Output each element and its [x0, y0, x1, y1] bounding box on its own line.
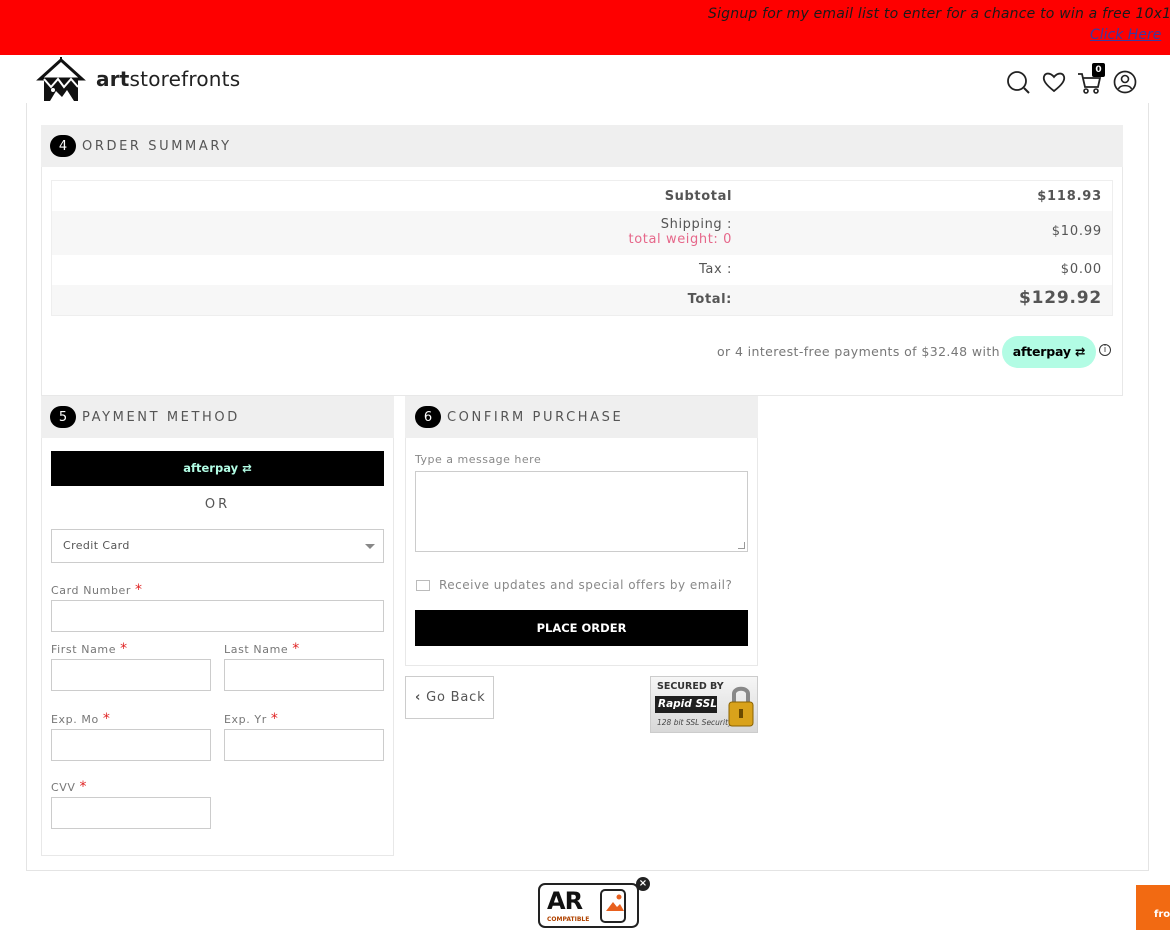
user-icon[interactable]	[1112, 69, 1138, 95]
chevron-left-icon: ‹	[415, 690, 422, 705]
first-name-label: First Name *	[51, 641, 128, 657]
selected-method: Credit Card	[63, 539, 130, 552]
opt-in-label[interactable]: Receive updates and special offers by em…	[439, 578, 732, 592]
shipping-label: Shipping :	[660, 217, 732, 232]
payment-method-select[interactable]: Credit Card	[51, 529, 384, 563]
rapid-ssl-seal[interactable]: SECURED BY Rapid SSL 128 bit SSL Securit…	[650, 676, 758, 733]
last-name-input[interactable]	[224, 659, 384, 691]
subtotal-row: Subtotal $118.93	[52, 181, 1112, 211]
chevron-down-icon	[365, 544, 375, 549]
exp-month-label: Exp. Mo *	[51, 711, 111, 727]
promo-link[interactable]: Click Here	[1090, 27, 1161, 43]
close-icon[interactable]: ×	[636, 877, 650, 891]
resize-grip-icon[interactable]	[738, 542, 745, 549]
last-name-label: Last Name *	[224, 641, 300, 657]
cart-count-badge: 0	[1092, 63, 1105, 77]
step-number: 4	[50, 135, 76, 157]
tax-row: Tax : $0.00	[52, 255, 1112, 285]
card-number-label: Card Number *	[51, 582, 143, 598]
confirm-purchase-header: 6 CONFIRM PURCHASE	[405, 396, 758, 438]
go-back-button[interactable]: ‹ Go Back	[405, 676, 494, 719]
afterpay-badge[interactable]: afterpay ⇄	[1002, 336, 1096, 368]
total-value: $129.92	[1018, 288, 1102, 308]
promo-message: Signup for my email list to enter for a …	[708, 6, 1170, 22]
place-order-button[interactable]: PLACE ORDER	[415, 610, 748, 646]
first-name-input[interactable]	[51, 659, 211, 691]
shipping-row: Shipping : total weight: 0 $10.99	[52, 211, 1112, 255]
message-label: Type a message here	[415, 453, 542, 466]
search-icon[interactable]	[1005, 69, 1031, 95]
subtotal-label: Subtotal	[664, 189, 732, 204]
order-summary-header: 4 ORDER SUMMARY	[41, 125, 1123, 167]
step-number: 6	[415, 406, 441, 428]
info-icon[interactable]: i	[1099, 344, 1111, 356]
section-title: ORDER SUMMARY	[82, 138, 232, 154]
heart-icon[interactable]	[1041, 69, 1067, 95]
tax-label: Tax :	[699, 262, 732, 277]
exp-year-label: Exp. Yr *	[224, 711, 279, 727]
payment-method-header: 5 PAYMENT METHOD	[41, 396, 394, 438]
promo-banner: Signup for my email list to enter for a …	[0, 0, 1170, 55]
message-textarea[interactable]	[415, 471, 748, 552]
or-divider: OR	[204, 497, 231, 512]
cvv-label: CVV *	[51, 779, 88, 795]
cvv-input[interactable]	[51, 797, 211, 829]
logo-wordmark[interactable]: artstorefronts	[96, 67, 240, 91]
subtotal-value: $118.93	[1037, 189, 1102, 204]
padlock-icon	[728, 686, 754, 727]
afterpay-button[interactable]: afterpay ⇄	[51, 451, 384, 486]
exp-month-input[interactable]	[51, 729, 211, 761]
shipping-value: $10.99	[1051, 224, 1102, 239]
site-header: artstorefronts 0	[0, 55, 1170, 105]
total-label: Total:	[687, 292, 732, 307]
card-number-input[interactable]	[51, 600, 384, 632]
total-weight-label: total weight: 0	[628, 232, 732, 247]
opt-in-checkbox[interactable]	[416, 580, 430, 591]
step-number: 5	[50, 406, 76, 428]
afterpay-installments-text: or 4 interest-free payments of $32.48 wi…	[717, 344, 1000, 359]
feedback-tab[interactable]: from	[1136, 885, 1170, 930]
tax-value: $0.00	[1060, 262, 1102, 277]
section-title: PAYMENT METHOD	[82, 409, 240, 425]
total-row: Total: $129.92	[52, 285, 1112, 315]
exp-year-input[interactable]	[224, 729, 384, 761]
summary-table: Subtotal $118.93 Shipping : total weight…	[51, 180, 1113, 316]
section-title: CONFIRM PURCHASE	[447, 409, 624, 425]
ar-compatible-badge[interactable]: AR COMPATIBLE	[538, 883, 639, 928]
ar-phone-icon	[600, 889, 626, 923]
storefront-logo-icon[interactable]	[36, 57, 86, 103]
